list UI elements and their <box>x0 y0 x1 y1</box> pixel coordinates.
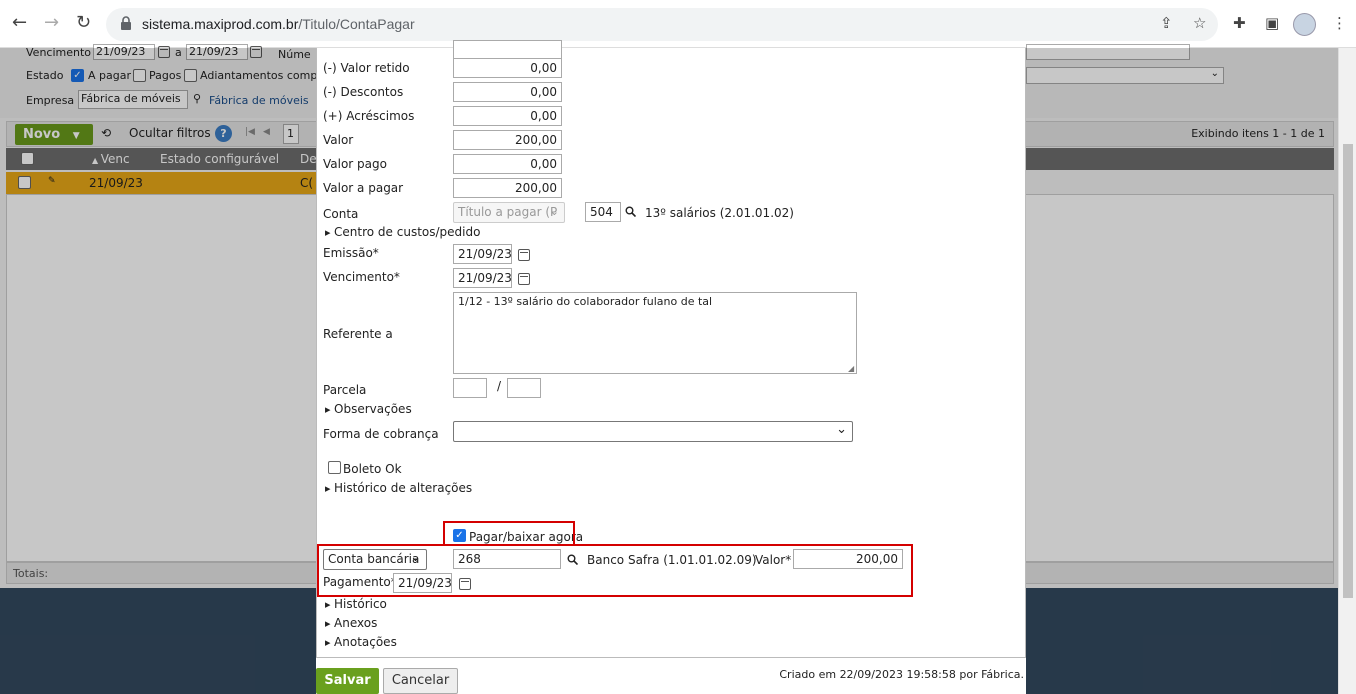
forward-icon[interactable]: → <box>44 12 59 33</box>
resize-handle-icon[interactable]: ◢ <box>848 364 854 373</box>
anotacoes-toggle[interactable]: Anotações <box>325 635 397 649</box>
extensions-icon[interactable]: ✚ <box>1233 14 1246 32</box>
acrescimos-label: (+) Acréscimos <box>323 109 415 123</box>
forma-cobranca-label: Forma de cobrança <box>323 427 439 441</box>
lock-icon <box>121 16 131 30</box>
calendar-icon[interactable] <box>518 273 530 285</box>
vencimento-label: Vencimento* <box>323 270 400 284</box>
star-icon[interactable]: ☆ <box>1193 14 1206 32</box>
valor-retido-label: (-) Valor retido <box>323 61 410 75</box>
highlight-pagamento-fields <box>317 544 913 597</box>
page-scrollbar[interactable] <box>1338 48 1356 694</box>
created-info: Criado em 22/09/2023 19:58:58 por Fábric… <box>779 668 1024 681</box>
reload-icon[interactable]: ↻ <box>76 12 91 33</box>
boleto-ok-checkbox[interactable] <box>328 461 341 474</box>
vencimento-input[interactable]: 21/09/23 <box>453 268 512 288</box>
descontos-label: (-) Descontos <box>323 85 404 99</box>
back-icon[interactable]: ← <box>12 12 27 33</box>
menu-icon[interactable]: ⋮ <box>1332 14 1347 32</box>
cancelar-button[interactable]: Cancelar <box>383 668 458 694</box>
forma-cobranca-select[interactable]: ⌄ <box>453 421 853 442</box>
valor-pago-label: Valor pago <box>323 157 387 171</box>
avatar[interactable] <box>1293 13 1316 36</box>
valor-retido-input[interactable]: 0,00 <box>453 58 562 78</box>
browser-toolbar: ← → ↻ sistema.maxiprod.com.br/Titulo/Con… <box>0 0 1356 48</box>
referente-textarea[interactable]: 1/12 - 13º salário do colaborador fulano… <box>453 292 857 374</box>
partial-top-input[interactable] <box>453 40 562 60</box>
chevron-down-icon: ⌄ <box>836 422 847 437</box>
referente-label: Referente a <box>323 327 393 341</box>
address-bar[interactable]: sistema.maxiprod.com.br/Titulo/ContaPaga… <box>106 8 1218 41</box>
valor-a-pagar-label: Valor a pagar <box>323 181 404 195</box>
centro-custos-toggle[interactable]: Centro de custos/pedido <box>325 225 480 239</box>
parcela-label: Parcela <box>323 383 367 397</box>
conta-tipo-select[interactable]: Título a pagar (P ⌄ <box>453 202 565 223</box>
highlight-pagar-baixar <box>443 521 575 546</box>
salvar-button[interactable]: Salvar <box>316 668 379 694</box>
scrollbar-thumb[interactable] <box>1343 144 1353 598</box>
acrescimos-input[interactable]: 0,00 <box>453 106 562 126</box>
search-icon[interactable] <box>625 206 636 217</box>
share-icon[interactable]: ⇪ <box>1160 14 1173 32</box>
url-text: sistema.maxiprod.com.br/Titulo/ContaPaga… <box>142 16 415 32</box>
historico-toggle[interactable]: Histórico <box>325 597 387 611</box>
emissao-label: Emissão* <box>323 246 379 260</box>
chevron-down-icon: ⌄ <box>549 205 559 218</box>
sidepanel-icon[interactable]: ▣ <box>1265 14 1279 32</box>
conta-label: Conta <box>323 207 359 221</box>
anexos-toggle[interactable]: Anexos <box>325 616 377 630</box>
calendar-icon[interactable] <box>518 249 530 261</box>
parcela-separator: / <box>497 379 502 393</box>
valor-a-pagar-input[interactable]: 200,00 <box>453 178 562 198</box>
observacoes-toggle[interactable]: Observações <box>325 402 412 416</box>
parcela-numero-input[interactable] <box>453 378 487 398</box>
valor-pago-input[interactable]: 0,00 <box>453 154 562 174</box>
valor-input[interactable]: 200,00 <box>453 130 562 150</box>
parcela-total-input[interactable] <box>507 378 541 398</box>
descontos-input[interactable]: 0,00 <box>453 82 562 102</box>
valor-label: Valor <box>323 133 354 147</box>
conta-descricao: 13º salários (2.01.01.02) <box>645 206 794 220</box>
emissao-input[interactable]: 21/09/23 <box>453 244 512 264</box>
boleto-ok-label: Boleto Ok <box>343 462 402 476</box>
historico-alteracoes-toggle[interactable]: Histórico de alterações <box>325 481 472 495</box>
conta-codigo-input[interactable]: 504 <box>585 202 621 222</box>
